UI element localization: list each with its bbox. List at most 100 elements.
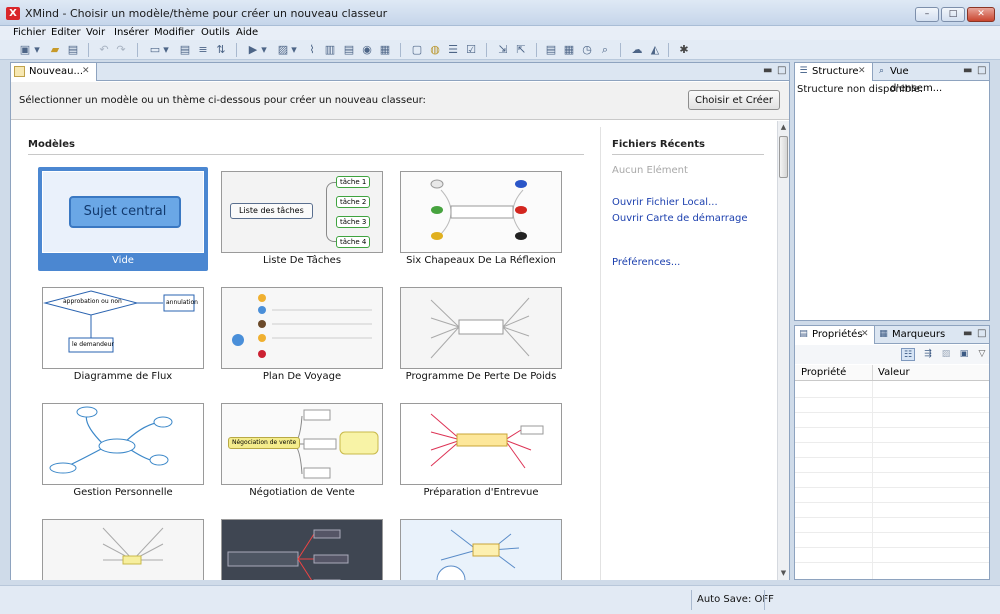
scroll-down-icon[interactable]: ▼ bbox=[778, 567, 789, 579]
label-icon[interactable]: ▥ bbox=[323, 43, 337, 57]
new-workbook-icon[interactable]: ▣ bbox=[18, 43, 32, 57]
gear-icon[interactable]: ✱ bbox=[677, 43, 691, 57]
image-dropdown-icon[interactable]: ▾ bbox=[290, 43, 298, 57]
image-icon[interactable]: ▨ bbox=[276, 43, 290, 57]
menu-modifier[interactable]: Modifier bbox=[154, 26, 194, 40]
template-thumbnail: approbation ou non annulation le demande… bbox=[42, 287, 204, 369]
subtopic-icon[interactable]: ▤ bbox=[178, 43, 192, 57]
flow-node: annulation bbox=[166, 299, 198, 306]
maximize-view-icon[interactable]: □ bbox=[977, 328, 986, 340]
template-organigramme[interactable] bbox=[217, 515, 387, 580]
menu-aide[interactable]: Aide bbox=[236, 26, 258, 40]
menu-outils[interactable]: Outils bbox=[201, 26, 230, 40]
menu-inserer[interactable]: Insérer bbox=[114, 26, 149, 40]
boundary-icon[interactable]: ▢ bbox=[410, 43, 424, 57]
minimize-view-icon[interactable]: ▬ bbox=[763, 65, 772, 77]
template-project-plan[interactable] bbox=[396, 515, 566, 580]
redo-icon[interactable]: ↷ bbox=[114, 43, 128, 57]
template-label: Plan De Voyage bbox=[262, 371, 342, 382]
template-thumbnail bbox=[400, 287, 562, 369]
template-gestion-personnelle[interactable]: Gestion Personnelle bbox=[38, 399, 208, 503]
minimize-view-icon[interactable]: ▬ bbox=[963, 328, 972, 340]
choose-create-button[interactable]: Choisir et Créer bbox=[688, 90, 780, 110]
sort-icon[interactable]: ⇅ bbox=[214, 43, 228, 57]
template-perte-poids[interactable]: Programme De Perte De Poids bbox=[396, 283, 566, 387]
pin-view-icon[interactable]: ▣ bbox=[957, 348, 971, 361]
instruction-text: Sélectionner un modèle ou un thème ci-de… bbox=[19, 95, 426, 106]
task-check-icon[interactable]: ☑ bbox=[464, 43, 478, 57]
marker-flag-icon[interactable]: ▶ bbox=[246, 43, 260, 57]
zoom-icon[interactable]: ⌕ bbox=[598, 43, 612, 57]
task-item: tâche 3 bbox=[336, 216, 371, 228]
scroll-thumb[interactable] bbox=[779, 136, 788, 178]
open-folder-icon[interactable]: ▰ bbox=[48, 43, 62, 57]
template-negotiation-vente[interactable]: Négociation de vente Négotiation de Vent… bbox=[217, 399, 387, 503]
maximize-view-icon[interactable]: □ bbox=[977, 65, 986, 77]
spreadsheet-icon[interactable]: ▦ bbox=[562, 43, 576, 57]
idea-bulb-icon[interactable]: ◍ bbox=[428, 43, 442, 57]
audio-icon[interactable]: ▦ bbox=[378, 43, 392, 57]
structure-message: Structure non disponible. bbox=[797, 84, 924, 95]
properties-table-header: Propriété Valeur bbox=[795, 365, 989, 381]
maximize-button[interactable]: □ bbox=[941, 7, 965, 22]
tab-label: Nouveau... bbox=[29, 66, 84, 77]
new-dropdown-icon[interactable]: ▾ bbox=[33, 43, 41, 57]
tab-markers[interactable]: ▦ Marqueurs bbox=[875, 326, 947, 344]
topic-icon[interactable]: ▭ bbox=[148, 43, 162, 57]
root-topic: Négociation de vente bbox=[228, 437, 301, 449]
template-plan-voyage[interactable]: Plan De Voyage bbox=[217, 283, 387, 387]
scroll-up-icon[interactable]: ▲ bbox=[778, 121, 789, 133]
template-diagramme-flux[interactable]: approbation ou non annulation le demande… bbox=[38, 283, 208, 387]
template-vide[interactable]: Sujet central Vide bbox=[38, 167, 208, 271]
summary-icon[interactable]: ☰ bbox=[446, 43, 460, 57]
close-button[interactable]: ✕ bbox=[967, 7, 995, 22]
undo-icon[interactable]: ↶ bbox=[97, 43, 111, 57]
drill-up-icon[interactable]: ⇱ bbox=[514, 43, 528, 57]
template-thumbnail bbox=[42, 403, 204, 485]
attachment-icon[interactable]: ⌇ bbox=[305, 43, 319, 57]
template-thumbnail bbox=[400, 403, 562, 485]
minimize-button[interactable]: – bbox=[915, 7, 939, 22]
clock-icon[interactable]: ◷ bbox=[580, 43, 594, 57]
categorized-icon[interactable]: ☷ bbox=[901, 348, 915, 361]
template-six-chapeaux[interactable]: Six Chapeaux De La Réflexion bbox=[396, 167, 566, 271]
template-label: Préparation d'Entrevue bbox=[423, 487, 539, 498]
advanced-icon[interactable]: ⇶ bbox=[921, 348, 935, 361]
template-liste-taches[interactable]: Liste des tâches tâche 1 tâche 2 tâche 3… bbox=[217, 167, 387, 271]
save-icon[interactable]: ▤ bbox=[66, 43, 80, 57]
align-icon[interactable]: ≡ bbox=[196, 43, 210, 57]
share-icon[interactable]: ◭ bbox=[648, 43, 662, 57]
tab-overview[interactable]: ⌕ Vue d'ensem... bbox=[873, 63, 959, 94]
close-icon[interactable]: ✕ bbox=[858, 63, 866, 80]
minimize-view-icon[interactable]: ▬ bbox=[963, 65, 972, 77]
menu-editer[interactable]: Editer bbox=[51, 26, 81, 40]
close-icon[interactable]: ✕ bbox=[861, 326, 869, 343]
tab-nouveau[interactable]: Nouveau... ✕ bbox=[11, 63, 97, 81]
template-preparation-entrevue[interactable]: Préparation d'Entrevue bbox=[396, 399, 566, 503]
tab-structure[interactable]: ☰ Structure ✕ bbox=[795, 63, 873, 81]
menu-fichier[interactable]: Fichier bbox=[13, 26, 46, 40]
view-menu-icon[interactable]: ▽ bbox=[975, 348, 989, 361]
vertical-scrollbar[interactable]: ▲ ▼ bbox=[777, 121, 789, 580]
menu-voir[interactable]: Voir bbox=[86, 26, 105, 40]
open-start-map-link[interactable]: Ouvrir Carte de démarrage bbox=[612, 213, 748, 224]
upload-cloud-icon[interactable]: ☁ bbox=[630, 43, 644, 57]
drill-down-icon[interactable]: ⇲ bbox=[496, 43, 510, 57]
template-marketing[interactable] bbox=[38, 515, 208, 580]
template-thumbnail bbox=[221, 519, 383, 580]
tab-properties[interactable]: ▤ Propriétés ✕ bbox=[795, 326, 875, 344]
preferences-link[interactable]: Préférences... bbox=[612, 257, 680, 268]
marker-dropdown-icon[interactable]: ▾ bbox=[260, 43, 268, 57]
instruction-bar: Sélectionner un modèle ou un thème ci-de… bbox=[11, 82, 789, 120]
outline-view-icon[interactable]: ▤ bbox=[544, 43, 558, 57]
open-local-file-link[interactable]: Ouvrir Fichier Local... bbox=[612, 197, 718, 208]
close-icon[interactable]: ✕ bbox=[82, 63, 90, 80]
properties-toolbar: ☷ ⇶ ▨ ▣ ▽ bbox=[795, 345, 989, 364]
hyperlink-icon[interactable]: ◉ bbox=[360, 43, 374, 57]
structure-panel: ☰ Structure ✕ ⌕ Vue d'ensem... ▬ □ Struc… bbox=[794, 62, 990, 321]
restore-default-icon[interactable]: ▨ bbox=[939, 348, 953, 361]
maximize-view-icon[interactable]: □ bbox=[777, 65, 786, 77]
window-title: XMind - Choisir un modèle/thème pour cré… bbox=[25, 7, 388, 20]
topic-dropdown-icon[interactable]: ▾ bbox=[162, 43, 170, 57]
notes-icon[interactable]: ▤ bbox=[342, 43, 356, 57]
